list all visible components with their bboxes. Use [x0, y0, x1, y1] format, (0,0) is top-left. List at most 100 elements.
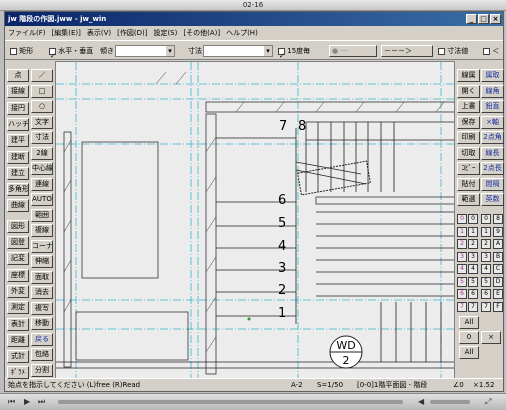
- rtool-a-6[interactable]: ｺﾋﾟｰ: [457, 162, 480, 175]
- rtool-b-7[interactable]: 間隔: [481, 177, 504, 191]
- tool-4[interactable]: 建平: [7, 134, 29, 148]
- tool-15[interactable]: 表計: [7, 317, 29, 331]
- tool-18[interactable]: ﾎﾟﾗﾒ: [7, 366, 29, 380]
- layer-group-a-2[interactable]: 2: [457, 239, 467, 249]
- rtool-b-1[interactable]: 線角: [481, 84, 504, 98]
- tool2-6[interactable]: 中心線: [31, 162, 53, 175]
- rtool-a-1[interactable]: 開く: [457, 84, 480, 98]
- tool-13[interactable]: 外変: [7, 284, 29, 298]
- menu-file[interactable]: ファイル(F): [5, 26, 49, 40]
- layer-group-b-6[interactable]: 6: [468, 289, 478, 299]
- status-scale[interactable]: S=1/50: [317, 379, 343, 392]
- tool2-7[interactable]: 連線: [31, 177, 53, 191]
- layer-group-b-0[interactable]: 0: [468, 214, 478, 224]
- dimval-checkbox[interactable]: [438, 47, 445, 55]
- angle-checkbox[interactable]: [278, 46, 285, 66]
- tool-12[interactable]: 座標: [7, 268, 29, 282]
- tool2-8[interactable]: AUTO: [31, 193, 53, 206]
- layer-d-A[interactable]: A: [493, 239, 503, 249]
- layer-c-1[interactable]: 1: [481, 226, 491, 237]
- status-layer[interactable]: [0-0]1階平面図 - 階段: [357, 379, 427, 392]
- tool2-10[interactable]: 複線: [31, 224, 53, 237]
- rtool-a-4[interactable]: 印刷: [457, 131, 480, 144]
- rtool-b-4[interactable]: 2点角: [481, 131, 504, 144]
- layer-group-a-5[interactable]: 5: [457, 276, 467, 287]
- layer-zero-btn[interactable]: 0: [459, 331, 479, 344]
- tool-10[interactable]: 図登: [7, 236, 29, 249]
- hv-checkbox[interactable]: [49, 46, 56, 66]
- layer-all2-btn[interactable]: All: [459, 346, 479, 359]
- tool-3[interactable]: ハッチ: [7, 117, 29, 131]
- tool-1[interactable]: 接線: [7, 85, 29, 99]
- rtool-b-8[interactable]: 英数: [481, 193, 504, 206]
- slope-select[interactable]: [115, 45, 175, 57]
- layer-group-b-7[interactable]: 7: [468, 301, 478, 312]
- layer-group-b-1[interactable]: 1: [468, 226, 478, 237]
- layer-all-btn[interactable]: All: [459, 316, 479, 329]
- layer-group-b-3[interactable]: 3: [468, 251, 478, 262]
- layer-c-5[interactable]: 5: [481, 276, 491, 287]
- tool-8[interactable]: 曲線: [7, 199, 29, 213]
- tool2-17[interactable]: 戻る: [31, 332, 53, 346]
- tool2-3[interactable]: 文字: [31, 115, 53, 129]
- tool2-9[interactable]: 範囲: [31, 208, 53, 222]
- tool2-5[interactable]: 2線: [31, 146, 53, 160]
- tool-7[interactable]: 多角形: [7, 183, 29, 197]
- tool2-0[interactable]: ／: [31, 69, 53, 82]
- rtool-a-7[interactable]: 貼付: [457, 177, 480, 191]
- skip-forward-icon[interactable]: ⏭: [38, 397, 45, 407]
- seek-track[interactable]: [58, 400, 403, 404]
- layer-d-D[interactable]: D: [493, 276, 503, 287]
- tool2-13[interactable]: 面取: [31, 270, 53, 284]
- menu-edit[interactable]: [編集(E)]: [49, 26, 84, 40]
- tool2-12[interactable]: 伸縮: [31, 255, 53, 268]
- tool2-16[interactable]: 移動: [31, 317, 53, 330]
- tool-2[interactable]: 接円: [7, 101, 29, 115]
- rtool-a-0[interactable]: 線属: [457, 69, 480, 82]
- rtool-b-5[interactable]: 線長: [481, 146, 504, 160]
- tool-16[interactable]: 距離: [7, 333, 29, 347]
- rtool-a-3[interactable]: 保存: [457, 115, 480, 129]
- layer-d-9[interactable]: 9: [493, 226, 503, 237]
- maximize-button[interactable]: □: [478, 14, 489, 24]
- rtool-b-3[interactable]: ×軸: [481, 115, 504, 129]
- tool-14[interactable]: 測定: [7, 301, 29, 315]
- tool2-15[interactable]: 複写: [31, 301, 53, 315]
- rtool-a-8[interactable]: 範選: [457, 193, 480, 206]
- rtool-b-2[interactable]: 鉛直: [481, 100, 504, 113]
- layer-d-F[interactable]: F: [493, 301, 503, 312]
- layer-group-a-4[interactable]: 4: [457, 264, 467, 274]
- tool2-1[interactable]: □: [31, 84, 53, 98]
- tool-0[interactable]: 点: [7, 69, 29, 82]
- layer-c-4[interactable]: 4: [481, 264, 491, 274]
- layer-d-8[interactable]: 8: [493, 214, 503, 224]
- layer-group-a-0[interactable]: 0: [457, 214, 467, 224]
- layer-c-3[interactable]: 3: [481, 251, 491, 262]
- tool2-19[interactable]: 分割: [31, 363, 53, 377]
- menu-other[interactable]: [その他(A)]: [180, 26, 223, 40]
- arrow-button[interactable]: －－－＞: [381, 45, 433, 57]
- rtool-b-0[interactable]: 属取: [481, 69, 504, 82]
- layer-d-E[interactable]: E: [493, 289, 503, 299]
- tool-6[interactable]: 建立: [7, 166, 29, 180]
- status-paper[interactable]: A-2: [291, 379, 303, 392]
- play-icon[interactable]: ▶: [24, 397, 30, 406]
- layer-group-a-1[interactable]: 1: [457, 226, 467, 237]
- status-zoom[interactable]: ×1.52: [473, 379, 494, 392]
- layer-d-B[interactable]: B: [493, 251, 503, 262]
- close-button[interactable]: ×: [490, 14, 501, 24]
- tool2-2[interactable]: ○: [31, 100, 53, 113]
- fullscreen-icon[interactable]: ⤢: [485, 397, 491, 407]
- drawing-canvas[interactable]: WD 2 7 8 6 5 4 3 2 1: [55, 61, 455, 379]
- layer-group-b-5[interactable]: 5: [468, 276, 478, 287]
- menu-draw[interactable]: [作図(D)]: [114, 26, 150, 40]
- tool-9[interactable]: 図形: [7, 219, 29, 233]
- tool2-18[interactable]: 包絡: [31, 348, 53, 361]
- rtool-a-5[interactable]: 切取: [457, 146, 480, 160]
- layer-group-a-7[interactable]: 7: [457, 301, 467, 312]
- tool2-14[interactable]: 消去: [31, 286, 53, 299]
- rtool-b-6[interactable]: 2点長: [481, 162, 504, 175]
- layer-group-b-4[interactable]: 4: [468, 264, 478, 274]
- volume-track[interactable]: [430, 400, 470, 404]
- layer-c-2[interactable]: 2: [481, 239, 491, 249]
